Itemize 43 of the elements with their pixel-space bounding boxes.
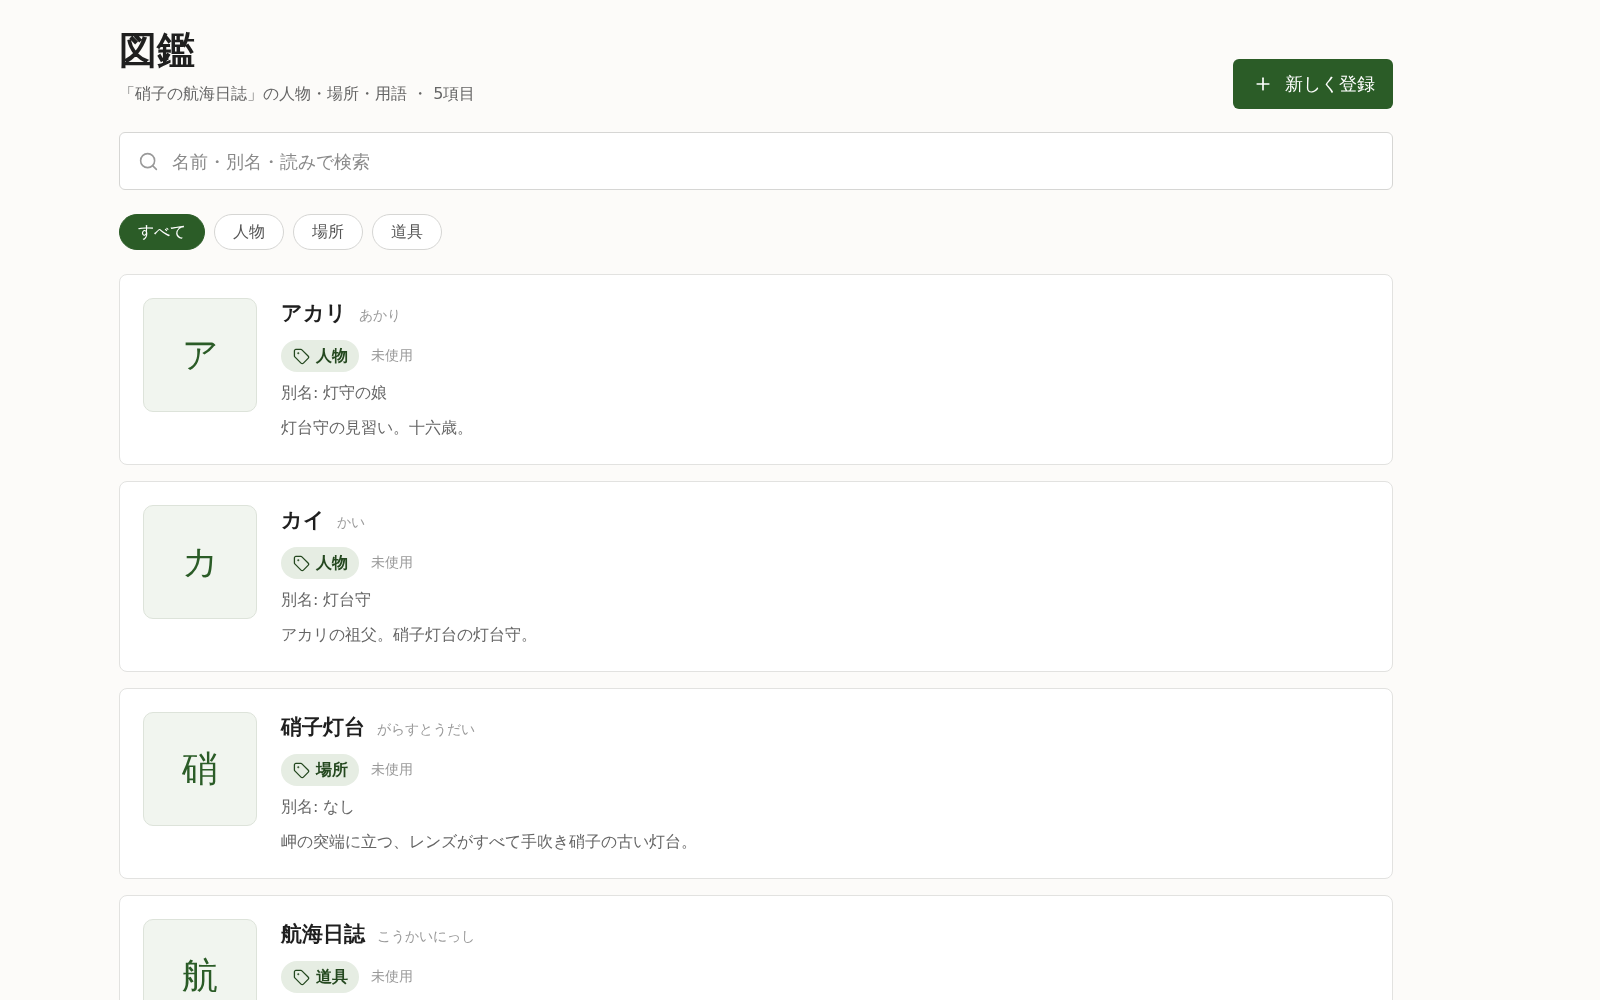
entry-reading: かい	[337, 514, 365, 532]
entry-reading: こうかいにっし	[377, 928, 475, 946]
entry-description: アカリの祖父。硝子灯台の灯台守。	[281, 624, 537, 646]
initial-avatar: ア	[143, 298, 257, 412]
entry-reading: がらすとうだい	[377, 721, 475, 739]
entry-alias: 別名: 灯台守	[281, 589, 372, 611]
category-label: 人物	[316, 345, 348, 367]
initial-avatar: 航	[143, 919, 257, 1000]
usage-status: 未使用	[371, 761, 413, 779]
search-icon	[138, 151, 159, 172]
initial-avatar: 硝	[143, 712, 257, 826]
category-label: 道具	[316, 966, 348, 988]
entry-description: 岬の突端に立つ、レンズがすべて手吹き硝子の古い灯台。	[281, 831, 697, 853]
filter-chip[interactable]: すべて	[119, 214, 205, 250]
tag-icon	[293, 761, 310, 779]
tag-icon	[293, 554, 310, 572]
entry-card[interactable]: 硝 硝子灯台 がらすとうだい 場所 未使用 別名: なし 岬の突端に立つ、レンズがすべて手吹き硝子の古い灯台。	[119, 688, 1393, 879]
entry-name: 航海日誌	[281, 921, 365, 948]
usage-status: 未使用	[371, 968, 413, 986]
new-entry-button[interactable]: 新しく登録	[1233, 59, 1393, 109]
entry-reading: あかり	[359, 307, 401, 325]
category-label: 人物	[316, 552, 348, 574]
search-field[interactable]: 名前・別名・読みで検索	[119, 132, 1393, 190]
tag-icon	[293, 347, 310, 365]
usage-status: 未使用	[371, 554, 413, 572]
entry-name: 硝子灯台	[281, 714, 365, 741]
filter-chip[interactable]: 道具	[372, 214, 442, 250]
entry-card[interactable]: ア アカリ あかり 人物 未使用 別名: 灯守の娘 灯台守の見習い。十六歳。	[119, 274, 1393, 465]
filter-chip[interactable]: 人物	[214, 214, 284, 250]
entry-card[interactable]: カ カイ かい 人物 未使用 別名: 灯台守 アカリの祖父。硝子灯台の灯台守。	[119, 481, 1393, 672]
initial-avatar: カ	[143, 505, 257, 619]
entry-card[interactable]: 航 航海日誌 こうかいにっし 道具 未使用	[119, 895, 1393, 1000]
page-title: 図鑑	[119, 28, 195, 73]
tag-icon	[293, 968, 310, 986]
filter-chip[interactable]: 場所	[293, 214, 363, 250]
usage-status: 未使用	[371, 347, 413, 365]
page-subtitle: 「硝子の航海日誌」の人物・場所・用語 ・ 5項目	[119, 83, 476, 105]
entry-name: カイ	[281, 507, 325, 534]
entry-alias: 別名: 灯守の娘	[281, 382, 388, 404]
entry-description: 灯台守の見習い。十六歳。	[281, 417, 473, 439]
entry-alias: 別名: なし	[281, 796, 356, 818]
entry-name: アカリ	[281, 300, 347, 327]
category-label: 場所	[316, 759, 348, 781]
